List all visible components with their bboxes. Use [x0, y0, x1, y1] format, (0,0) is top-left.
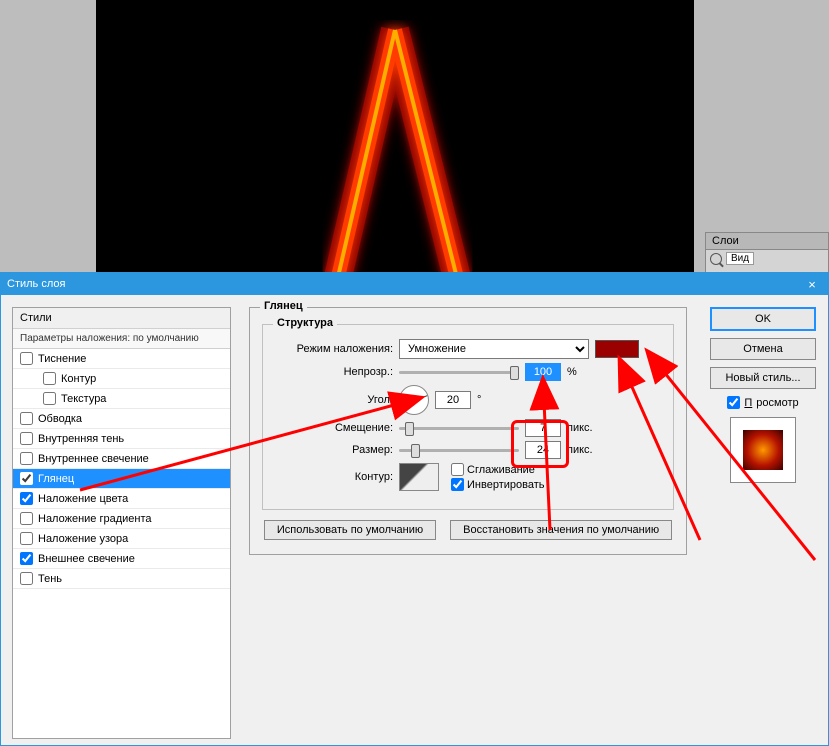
style-checkbox[interactable] — [20, 352, 33, 365]
style-checkbox[interactable] — [20, 572, 33, 585]
blend-mode-select[interactable]: Умножение — [399, 339, 589, 359]
satin-group: Глянец Структура Режим наложения: Умноже… — [249, 307, 687, 555]
close-icon[interactable]: × — [802, 277, 822, 292]
dialog-buttons-panel: OK Отмена Новый стиль... Просмотр — [710, 307, 816, 483]
layers-panel-title: Слои — [706, 233, 828, 250]
style-checkbox[interactable] — [20, 412, 33, 425]
style-checkbox[interactable] — [20, 452, 33, 465]
opacity-unit: % — [567, 366, 577, 378]
structure-title: Структура — [273, 317, 337, 329]
size-slider[interactable] — [399, 449, 519, 452]
style-label: Наложение цвета — [38, 493, 128, 505]
size-unit: пикс. — [567, 444, 593, 456]
styles-list-panel: Стили Параметры наложения: по умолчанию … — [12, 307, 231, 739]
size-label: Размер: — [275, 444, 393, 456]
invert-checkbox-row[interactable]: Инвертировать — [451, 478, 544, 491]
styles-subheader[interactable]: Параметры наложения: по умолчанию — [13, 329, 230, 349]
style-item-10[interactable]: Внешнее свечение — [13, 549, 230, 569]
settings-panel: Глянец Структура Режим наложения: Умноже… — [249, 307, 687, 739]
ok-button[interactable]: OK — [710, 307, 816, 331]
style-item-8[interactable]: Наложение градиента — [13, 509, 230, 529]
style-label: Текстура — [61, 393, 106, 405]
style-item-5[interactable]: Внутреннее свечение — [13, 449, 230, 469]
style-checkbox[interactable] — [43, 392, 56, 405]
style-checkbox[interactable] — [20, 492, 33, 505]
contour-label: Контур: — [275, 471, 393, 483]
color-swatch[interactable] — [595, 340, 639, 358]
satin-group-title: Глянец — [260, 300, 307, 312]
opacity-input[interactable] — [525, 363, 561, 381]
style-item-9[interactable]: Наложение узора — [13, 529, 230, 549]
document-canvas — [96, 0, 694, 280]
style-item-2[interactable]: Текстура — [13, 389, 230, 409]
style-checkbox[interactable] — [20, 472, 33, 485]
distance-slider[interactable] — [399, 427, 519, 430]
angle-unit: ° — [477, 394, 481, 406]
distance-label: Смещение: — [275, 422, 393, 434]
opacity-slider[interactable] — [399, 371, 519, 374]
style-item-1[interactable]: Контур — [13, 369, 230, 389]
style-item-4[interactable]: Внутренняя тень — [13, 429, 230, 449]
new-style-button[interactable]: Новый стиль... — [710, 367, 816, 389]
layers-kind-select[interactable]: Вид — [726, 252, 754, 265]
antialias-checkbox-row[interactable]: Сглаживание — [451, 463, 544, 476]
style-checkbox[interactable] — [20, 532, 33, 545]
style-checkbox[interactable] — [20, 432, 33, 445]
style-item-7[interactable]: Наложение цвета — [13, 489, 230, 509]
antialias-checkbox — [451, 463, 464, 476]
style-label: Тиснение — [38, 353, 86, 365]
layer-style-dialog: Стиль слоя × Стили Параметры наложения: … — [0, 272, 829, 746]
style-label: Внутренняя тень — [38, 433, 124, 445]
distance-unit: пикс. — [567, 422, 593, 434]
styles-header[interactable]: Стили — [13, 308, 230, 329]
style-item-3[interactable]: Обводка — [13, 409, 230, 429]
style-label: Внешнее свечение — [38, 553, 135, 565]
make-default-button[interactable]: Использовать по умолчанию — [264, 520, 436, 540]
style-item-0[interactable]: Тиснение — [13, 349, 230, 369]
blend-mode-label: Режим наложения: — [275, 343, 393, 355]
structure-group: Структура Режим наложения: Умножение Неп… — [262, 324, 674, 510]
size-input[interactable] — [525, 441, 561, 459]
style-checkbox[interactable] — [43, 372, 56, 385]
dialog-titlebar: Стиль слоя × — [1, 273, 828, 295]
preview-thumbnail — [730, 417, 796, 483]
cancel-button[interactable]: Отмена — [710, 338, 816, 360]
dialog-title: Стиль слоя — [7, 278, 65, 290]
style-label: Внутреннее свечение — [38, 453, 149, 465]
style-item-11[interactable]: Тень — [13, 569, 230, 589]
angle-dial[interactable] — [399, 385, 429, 415]
style-label: Обводка — [38, 413, 82, 425]
preview-checkbox — [727, 396, 740, 409]
distance-input[interactable] — [525, 419, 561, 437]
contour-picker[interactable] — [399, 463, 439, 491]
reset-default-button[interactable]: Восстановить значения по умолчанию — [450, 520, 672, 540]
preview-checkbox-row[interactable]: Просмотр — [710, 396, 816, 409]
style-label: Наложение узора — [38, 533, 128, 545]
invert-checkbox — [451, 478, 464, 491]
style-label: Контур — [61, 373, 96, 385]
style-checkbox[interactable] — [20, 512, 33, 525]
style-item-6[interactable]: Глянец — [13, 469, 230, 489]
style-label: Глянец — [38, 473, 74, 485]
style-label: Тень — [38, 573, 62, 585]
angle-label: Угол: — [275, 394, 393, 406]
style-checkbox[interactable] — [20, 552, 33, 565]
style-label: Наложение градиента — [38, 513, 152, 525]
opacity-label: Непрозр.: — [275, 366, 393, 378]
artwork-a-glow — [265, 20, 525, 280]
search-icon — [710, 253, 722, 265]
angle-input[interactable] — [435, 391, 471, 409]
